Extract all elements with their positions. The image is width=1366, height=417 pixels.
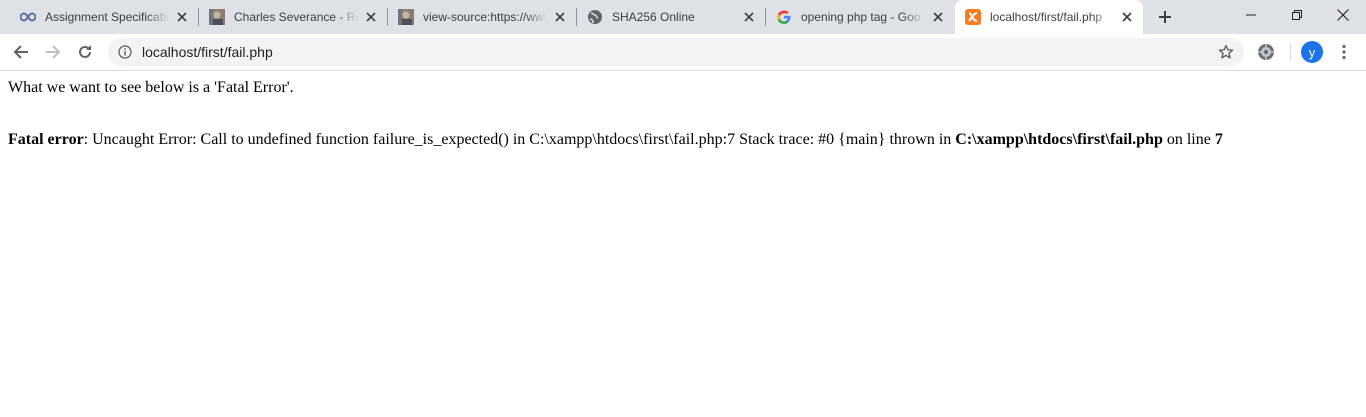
error-file: C:\xampp\htdocs\first\fail.php bbox=[955, 131, 1163, 148]
address-bar[interactable]: localhost/first/fail.php bbox=[108, 38, 1244, 66]
profile-avatar[interactable]: y bbox=[1301, 41, 1323, 63]
globe-icon bbox=[587, 9, 603, 25]
more-vertical-icon bbox=[1342, 44, 1346, 60]
tab-view-source[interactable]: view-source:https://www bbox=[388, 0, 576, 34]
plus-icon bbox=[1159, 11, 1171, 23]
profile-photo-icon bbox=[398, 9, 414, 25]
close-icon[interactable] bbox=[176, 11, 188, 23]
close-icon[interactable] bbox=[554, 11, 566, 23]
toolbar-divider bbox=[1290, 44, 1291, 60]
tab-title: Charles Severance - Rec bbox=[234, 10, 358, 24]
info-icon[interactable] bbox=[118, 45, 132, 59]
intro-text: What we want to see below is a 'Fatal Er… bbox=[8, 79, 294, 96]
tab-charles-severance[interactable]: Charles Severance - Rec bbox=[199, 0, 387, 34]
browser-toolbar: localhost/first/fail.php y bbox=[0, 34, 1366, 71]
error-on-line: on line bbox=[1162, 131, 1215, 148]
tab-title: view-source:https://www bbox=[423, 10, 547, 24]
tab-localhost-fail[interactable]: localhost/first/fail.php bbox=[955, 0, 1143, 34]
google-icon bbox=[776, 9, 792, 25]
tab-assignment-specification[interactable]: Assignment Specification bbox=[10, 0, 198, 34]
profile-initial: y bbox=[1308, 44, 1316, 60]
tab-title: opening php tag - Goo bbox=[801, 10, 921, 24]
error-line-number: 7 bbox=[1214, 131, 1223, 148]
close-icon[interactable] bbox=[932, 11, 944, 23]
tab-title: localhost/first/fail.php bbox=[990, 10, 1103, 24]
reload-button[interactable] bbox=[72, 39, 98, 65]
close-icon[interactable] bbox=[365, 11, 377, 23]
tab-title: Assignment Specification bbox=[45, 10, 169, 24]
tab-google-search[interactable]: opening php tag - Goo bbox=[766, 0, 954, 34]
reload-icon bbox=[79, 45, 91, 58]
menu-button[interactable] bbox=[1334, 43, 1354, 61]
bookmark-star-icon[interactable] bbox=[1218, 44, 1234, 60]
error-label: Fatal error bbox=[8, 131, 84, 148]
page-content: What we want to see below is a 'Fatal Er… bbox=[0, 71, 1366, 417]
extension-icon[interactable] bbox=[1257, 43, 1275, 61]
close-icon[interactable] bbox=[743, 11, 755, 23]
tab-title: SHA256 Online bbox=[612, 10, 695, 24]
xampp-icon bbox=[965, 9, 981, 25]
profile-photo-icon bbox=[209, 9, 225, 25]
infinity-icon bbox=[20, 9, 36, 25]
forward-button[interactable] bbox=[40, 39, 66, 65]
new-tab-button[interactable] bbox=[1154, 6, 1176, 28]
close-window-button[interactable] bbox=[1320, 0, 1366, 30]
arrow-right-icon bbox=[46, 45, 61, 59]
tab-sha256-online[interactable]: SHA256 Online bbox=[577, 0, 765, 34]
tab-strip: Assignment Specification Charles Severan… bbox=[0, 0, 1366, 34]
url-text[interactable]: localhost/first/fail.php bbox=[142, 44, 273, 60]
back-button[interactable] bbox=[8, 39, 34, 65]
minimize-button[interactable] bbox=[1228, 0, 1274, 30]
restore-button[interactable] bbox=[1274, 0, 1320, 30]
close-icon[interactable] bbox=[1121, 11, 1133, 23]
error-message: : Uncaught Error: Call to undefined func… bbox=[83, 131, 956, 148]
php-fatal-error: Fatal error: Uncaught Error: Call to und… bbox=[8, 131, 1223, 149]
minimize-icon bbox=[1246, 14, 1256, 16]
close-icon bbox=[1337, 9, 1349, 21]
restore-icon bbox=[1292, 10, 1302, 20]
arrow-left-icon bbox=[13, 45, 28, 59]
